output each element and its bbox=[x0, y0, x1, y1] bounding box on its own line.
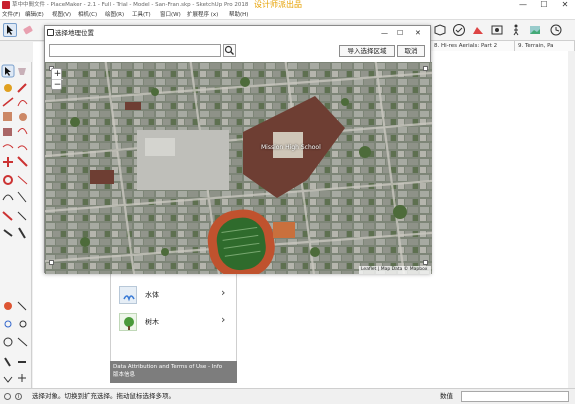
select-tool-icon[interactable] bbox=[3, 23, 17, 37]
list-item-trees[interactable]: 树木 › bbox=[117, 311, 233, 333]
select-location-dialog: 选择地理位置 — ☐ ✕ 导入选择区域 取消 + − Mission High … bbox=[44, 25, 432, 274]
menu-file[interactable]: 文件(F) bbox=[2, 10, 20, 20]
eraser-left-icon bbox=[18, 68, 26, 75]
tool-grid bbox=[1, 64, 28, 383]
trees-label: 树木 bbox=[145, 318, 159, 326]
chevron-right-icon[interactable]: › bbox=[221, 313, 225, 326]
water-label: 水体 bbox=[145, 291, 159, 299]
follow-me-icon bbox=[17, 128, 28, 135]
minimize-button[interactable]: — bbox=[513, 0, 533, 10]
text-tool-icon bbox=[17, 211, 27, 221]
menu-draw[interactable]: 绘图(R) bbox=[105, 10, 124, 20]
title-bar: 草中中間文件 - PlaceMaker - 2.1 - Full - Trial… bbox=[0, 0, 575, 10]
orbit-left-icon bbox=[3, 337, 13, 347]
rectangle-tool-icon bbox=[3, 112, 12, 121]
rotate-icon bbox=[17, 145, 28, 151]
menu-tools[interactable]: 工具(T) bbox=[132, 10, 151, 20]
close-button[interactable]: ✕ bbox=[555, 0, 575, 10]
axes-icon bbox=[17, 191, 27, 203]
left-toolbar bbox=[0, 62, 32, 388]
component-icon[interactable] bbox=[433, 23, 447, 37]
zoom-window-icon bbox=[19, 320, 27, 328]
placemaker-icon bbox=[47, 29, 54, 36]
scale-tool-icon bbox=[17, 156, 28, 167]
attribution-text[interactable]: Data Attribution and Terms of Use - Info bbox=[113, 363, 234, 371]
selection-handle[interactable] bbox=[423, 260, 428, 265]
dialog-title: 选择地理位置 bbox=[55, 29, 94, 37]
look-around-icon bbox=[17, 301, 27, 311]
measurements-input[interactable] bbox=[461, 391, 569, 402]
move-tool-icon bbox=[3, 157, 13, 167]
walk-left-icon bbox=[4, 357, 11, 367]
image-icon[interactable] bbox=[528, 23, 542, 37]
scene-tab-9[interactable]: 9. Terrain, Pa bbox=[515, 41, 575, 51]
eraser-icon bbox=[17, 83, 27, 93]
menu-view[interactable]: 视图(V) bbox=[52, 10, 71, 20]
section-plane-icon bbox=[3, 229, 13, 237]
list-item-water[interactable]: 水体 › bbox=[117, 284, 233, 306]
3d-text-icon bbox=[18, 227, 26, 239]
map-place-label: Mission High School bbox=[261, 144, 321, 151]
window-title: 草中中間文件 - PlaceMaker - 2.1 - Full - Trial… bbox=[12, 2, 249, 8]
line-tool-icon bbox=[2, 97, 14, 107]
photo-icon[interactable] bbox=[490, 23, 504, 37]
zoom-in-button[interactable]: + bbox=[52, 69, 63, 80]
status-message: 选择对象。切换到扩充选择。拖动鼠标选择多项。 bbox=[32, 392, 175, 400]
menu-edit[interactable]: 编辑(E) bbox=[25, 10, 44, 20]
status-bar: i 选择对象。切换到扩充选择。拖动鼠标选择多项。 数值 bbox=[0, 388, 575, 403]
zoom-icon bbox=[4, 320, 12, 328]
search-button[interactable] bbox=[223, 44, 236, 57]
sketchup-logo-icon bbox=[2, 1, 10, 9]
geo-location-icon[interactable] bbox=[4, 393, 11, 400]
extension-icon[interactable] bbox=[549, 23, 563, 37]
map-attribution[interactable]: Leaflet | Map Data © Mapbox bbox=[359, 266, 431, 274]
attribution-footer: Data Attribution and Terms of Use - Info… bbox=[110, 361, 237, 383]
arc-tool-icon bbox=[17, 100, 28, 107]
placemaker-icon[interactable] bbox=[471, 23, 485, 37]
circle-tool-icon bbox=[19, 113, 27, 121]
menu-extensions[interactable]: 扩展程序 (x) bbox=[187, 10, 218, 20]
zoom-controls: + − bbox=[51, 68, 63, 91]
version-info-link[interactable]: 版本信息 bbox=[113, 371, 234, 379]
tree-icon bbox=[119, 313, 137, 331]
sections-icon bbox=[18, 374, 26, 382]
zoom-out-button[interactable]: − bbox=[52, 80, 63, 91]
menu-help[interactable]: 帮助(H) bbox=[229, 10, 248, 20]
cancel-button[interactable]: 取消 bbox=[397, 45, 425, 57]
dimension-icon bbox=[2, 211, 13, 221]
position-camera-icon bbox=[4, 302, 12, 310]
footprints-icon bbox=[3, 376, 13, 383]
watermark-text: 设计师派出品 bbox=[254, 0, 302, 9]
dialog-minimize-button[interactable]: — bbox=[381, 26, 388, 40]
measurements-label: 数值 bbox=[440, 392, 453, 400]
selection-handle[interactable] bbox=[49, 260, 54, 265]
protractor-icon bbox=[2, 194, 14, 201]
validate-icon[interactable] bbox=[452, 23, 466, 37]
menu-bar: 文件(F) 编辑(E) 视图(V) 相机(C) 绘图(R) 工具(T) 窗口(W… bbox=[0, 10, 575, 20]
orbit-icon bbox=[3, 175, 13, 185]
tape-measure-icon bbox=[17, 175, 28, 185]
tennis-court bbox=[273, 222, 295, 238]
maximize-button[interactable]: ☐ bbox=[534, 0, 554, 10]
location-search-input[interactable] bbox=[49, 44, 221, 57]
eraser-tool-icon[interactable] bbox=[21, 23, 35, 37]
walk-icon[interactable] bbox=[509, 23, 523, 37]
selection-handle[interactable] bbox=[423, 66, 428, 71]
water-icon bbox=[119, 286, 137, 304]
chevron-right-icon[interactable]: › bbox=[221, 286, 225, 299]
dialog-maximize-button[interactable]: ☐ bbox=[397, 26, 403, 40]
pan-icon bbox=[17, 337, 28, 347]
info-icon[interactable]: i bbox=[15, 393, 22, 400]
offset-icon bbox=[2, 144, 14, 149]
menu-camera[interactable]: 相机(C) bbox=[78, 10, 97, 20]
satellite-map[interactable]: + − Mission High School Leaflet | Map Da… bbox=[45, 62, 432, 274]
search-icon bbox=[224, 45, 234, 55]
scene-tab-8[interactable]: 8. Hi-res Aerials: Part 2 bbox=[431, 41, 515, 51]
dialog-close-button[interactable]: ✕ bbox=[415, 26, 421, 40]
push-pull-icon bbox=[3, 128, 12, 136]
paint-bucket-icon bbox=[4, 84, 12, 92]
menu-window[interactable]: 窗口(W) bbox=[160, 10, 181, 20]
import-selection-button[interactable]: 导入选择区域 bbox=[339, 45, 395, 57]
